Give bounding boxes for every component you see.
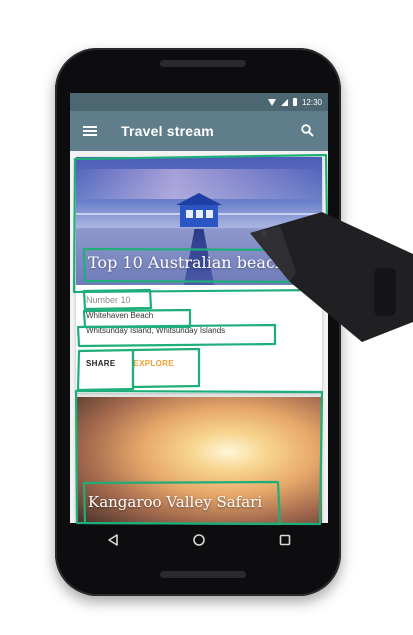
card-actions: SHARE EXPLORE	[86, 359, 174, 368]
status-time: 12:30	[301, 97, 322, 107]
card-title: Kangaroo Valley Safari	[88, 493, 263, 511]
menu-icon[interactable]	[83, 126, 97, 136]
app-title: Travel stream	[121, 123, 214, 139]
card-subtitle: Number 10	[86, 295, 131, 305]
explore-button[interactable]: EXPLORE	[134, 359, 174, 368]
back-icon[interactable]	[106, 533, 120, 547]
navigation-bar	[70, 523, 328, 557]
status-bar: 12:30	[70, 93, 328, 111]
card-location-name: Whitehaven Beach	[86, 311, 154, 320]
signal-icon	[280, 98, 288, 106]
boathouse-image	[176, 193, 222, 227]
safari-card[interactable]: Kangaroo Valley Safari	[76, 397, 322, 523]
share-button[interactable]: SHARE	[86, 359, 116, 368]
battery-icon	[292, 98, 297, 106]
app-bar: Travel stream	[70, 111, 328, 151]
earpiece-speaker	[160, 60, 246, 67]
stylus-pen	[250, 212, 413, 342]
search-icon[interactable]	[301, 124, 314, 137]
wifi-icon	[267, 98, 276, 106]
home-icon[interactable]	[192, 533, 206, 547]
recents-icon[interactable]	[278, 533, 292, 547]
card-location-detail: Whitsunday Island, Whitsunday Islands	[86, 326, 226, 335]
bottom-speaker	[160, 571, 246, 578]
